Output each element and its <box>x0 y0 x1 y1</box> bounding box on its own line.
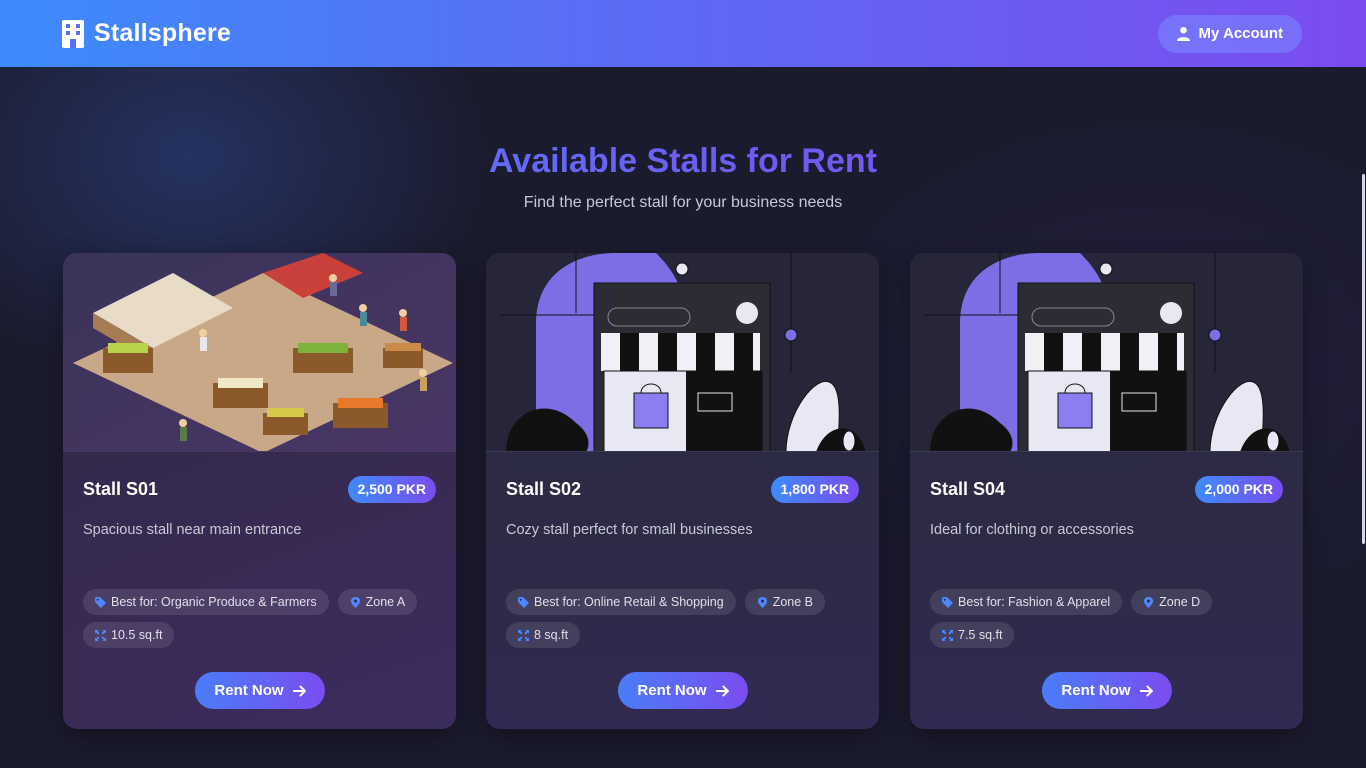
rent-now-button[interactable]: Rent Now <box>194 672 325 709</box>
tag-icon <box>942 596 953 608</box>
tag-icon <box>518 596 529 608</box>
zone-tag: Zone A <box>337 589 418 615</box>
best-for-tag: Best for: Online Retail & Shopping <box>506 589 736 615</box>
brand-name: Stallsphere <box>94 19 231 47</box>
rent-now-button[interactable]: Rent Now <box>1041 672 1172 709</box>
top-navbar: Stallsphere My Account <box>0 0 1366 67</box>
expand-icon <box>942 629 953 641</box>
size-tag: 7.5 sq.ft <box>930 622 1015 648</box>
map-pin-icon <box>350 596 360 608</box>
my-account-button[interactable]: My Account <box>1157 14 1302 53</box>
brand[interactable]: Stallsphere <box>62 19 231 48</box>
size-tag: 10.5 sq.ft <box>83 622 175 648</box>
stall-card: Stall S02 1,800 PKR Cozy stall perfect f… <box>486 253 879 729</box>
stall-description: Cozy stall perfect for small businesses <box>506 522 753 538</box>
page-scrollbar[interactable] <box>1362 174 1365 544</box>
price-badge: 2,500 PKR <box>347 476 436 503</box>
size-tag: 8 sq.ft <box>506 622 581 648</box>
rent-now-button[interactable]: Rent Now <box>617 672 748 709</box>
map-pin-icon <box>1144 596 1154 608</box>
tag-icon <box>95 596 106 608</box>
page-subtitle: Find the perfect stall for your business… <box>523 194 843 211</box>
zone-tag: Zone B <box>744 589 826 615</box>
stall-card: Stall S04 2,000 PKR Ideal for clothing o… <box>910 253 1303 729</box>
map-pin-icon <box>757 596 767 608</box>
price-badge: 1,800 PKR <box>770 476 859 503</box>
stall-tags: Best for: Organic Produce & Farmers Zone… <box>63 589 456 648</box>
stall-name: Stall S04 <box>930 479 1006 499</box>
stall-name: Stall S01 <box>83 479 159 499</box>
storefront-illustration <box>486 253 879 452</box>
arrow-right-icon <box>1139 685 1153 696</box>
best-for-tag: Best for: Organic Produce & Farmers <box>83 589 329 615</box>
expand-icon <box>518 629 529 641</box>
user-icon <box>1176 26 1190 41</box>
arrow-right-icon <box>292 685 306 696</box>
my-account-label: My Account <box>1198 25 1283 42</box>
stall-name: Stall S02 <box>506 479 582 499</box>
price-badge: 2,000 PKR <box>1194 476 1283 503</box>
best-for-tag: Best for: Fashion & Apparel <box>930 589 1123 615</box>
stall-tags: Best for: Online Retail & Shopping Zone … <box>486 589 879 648</box>
stall-tags: Best for: Fashion & Apparel Zone D 7.5 s… <box>910 589 1303 648</box>
building-icon <box>62 19 84 48</box>
storefront-illustration <box>910 253 1303 452</box>
arrow-right-icon <box>715 685 729 696</box>
stall-card: Stall S01 2,500 PKR Spacious stall near … <box>63 253 456 729</box>
market-illustration <box>63 253 456 452</box>
expand-icon <box>95 629 106 641</box>
stall-description: Spacious stall near main entrance <box>83 522 302 538</box>
stall-description: Ideal for clothing or accessories <box>930 522 1134 538</box>
page-title: Available Stalls for Rent <box>0 142 1366 181</box>
zone-tag: Zone D <box>1131 589 1213 615</box>
